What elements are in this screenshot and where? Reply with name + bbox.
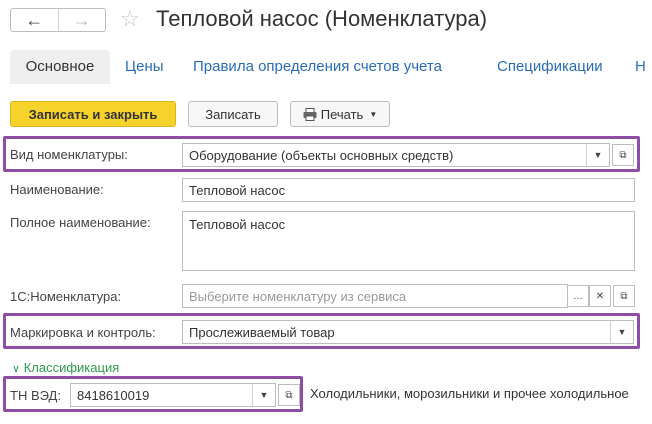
tnved-label: ТН ВЭД: [10, 388, 61, 403]
full-name-textarea[interactable]: Тепловой насос [182, 211, 635, 271]
kind-select[interactable]: Оборудование (объекты основных средств) … [182, 143, 610, 167]
dropdown-arrow-icon[interactable]: ▼ [610, 321, 633, 343]
dropdown-arrow-icon[interactable]: ▼ [586, 144, 609, 166]
favorite-star-icon[interactable]: ☆ [120, 6, 140, 32]
back-arrow-icon[interactable]: ← [11, 9, 59, 31]
open-icon[interactable]: ⧉ [612, 144, 634, 166]
print-button-label: Печать [320, 106, 364, 122]
dropdown-arrow-icon[interactable]: ▼ [252, 384, 275, 406]
full-name-value: Тепловой насос [189, 217, 286, 232]
chevron-down-icon: ▼ [369, 109, 378, 119]
kind-label: Вид номенклатуры: [10, 147, 128, 162]
clear-icon[interactable]: ✕ [589, 285, 611, 307]
name-input[interactable]: Тепловой насос [182, 178, 635, 202]
open-icon[interactable]: ⧉ [613, 285, 635, 307]
navigation-buttons: ← → [10, 8, 106, 32]
nomenclature-1c-input[interactable]: Выберите номенклатуру из сервиса [182, 284, 568, 308]
tnved-description: Холодильники, морозильники и прочее холо… [310, 386, 629, 401]
tnved-select[interactable]: 8418610019 ▼ [70, 383, 276, 407]
classification-section-toggle[interactable]: ∨ Классификация [12, 360, 119, 375]
write-button[interactable]: Записать [188, 101, 278, 127]
forward-arrow-icon[interactable]: → [59, 9, 106, 31]
tab-more[interactable]: Н [635, 50, 646, 84]
more-icon[interactable]: … [567, 285, 589, 307]
open-icon[interactable]: ⧉ [278, 384, 300, 406]
marking-label: Маркировка и контроль: [10, 325, 156, 340]
kind-value: Оборудование (объекты основных средств) [189, 147, 454, 163]
name-value: Тепловой насос [189, 182, 286, 198]
tab-main[interactable]: Основное [10, 50, 110, 84]
tnved-value: 8418610019 [77, 387, 150, 403]
tab-specifications[interactable]: Спецификации [497, 50, 603, 84]
marking-select[interactable]: Прослеживаемый товар ▼ [182, 320, 634, 344]
classification-label: Классификация [23, 360, 120, 375]
full-name-label: Полное наименование: [10, 215, 151, 230]
marking-value: Прослеживаемый товар [189, 324, 335, 340]
tab-account-rules[interactable]: Правила определения счетов учета [193, 50, 442, 84]
name-label: Наименование: [10, 182, 104, 197]
printer-icon [303, 107, 317, 121]
write-and-close-button[interactable]: Записать и закрыть [10, 101, 176, 127]
nomenclature-1c-placeholder: Выберите номенклатуру из сервиса [189, 288, 407, 304]
chevron-down-icon: ∨ [12, 363, 21, 375]
nomenclature-1c-label: 1С:Номенклатура: [10, 289, 122, 304]
page-title: Тепловой насос (Номенклатура) [156, 6, 488, 31]
tab-prices[interactable]: Цены [125, 50, 164, 84]
print-button[interactable]: Печать ▼ [290, 101, 390, 127]
